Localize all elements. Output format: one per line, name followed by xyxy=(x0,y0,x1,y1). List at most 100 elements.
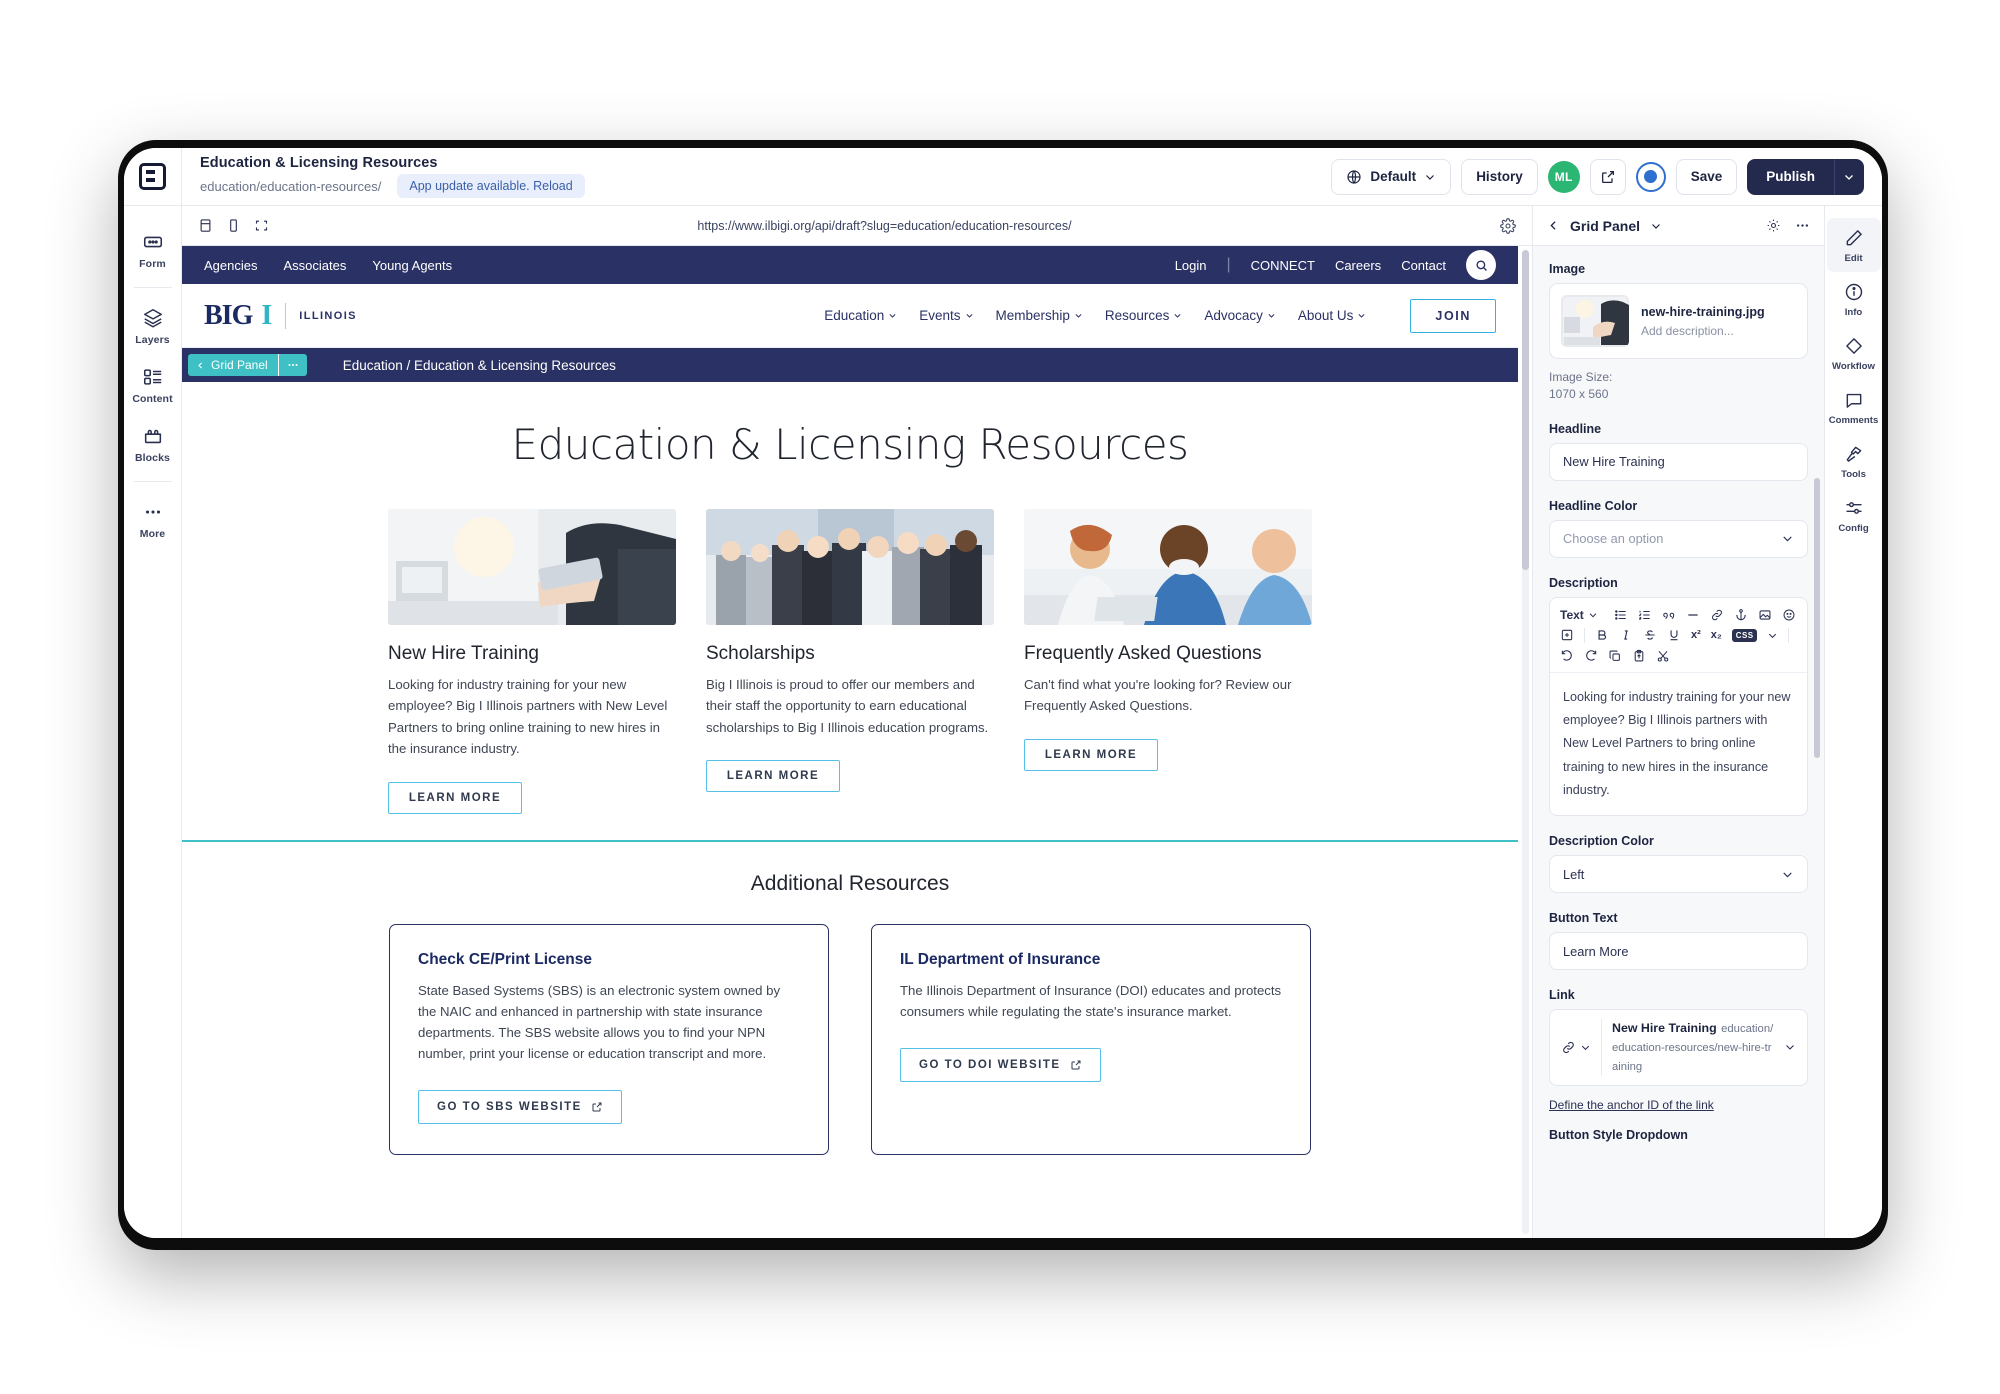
utility-link-agencies[interactable]: Agencies xyxy=(204,258,257,273)
undo-icon[interactable] xyxy=(1560,649,1574,663)
sidebar-item-blocks[interactable]: Blocks xyxy=(124,414,182,473)
underline-icon[interactable] xyxy=(1667,628,1681,642)
sidebar-item-more[interactable]: More xyxy=(124,490,182,549)
horizontal-rule-icon[interactable] xyxy=(1686,608,1700,622)
anchor-id-link[interactable]: Define the anchor ID of the link xyxy=(1549,1098,1714,1112)
nav-item-advocacy[interactable]: Advocacy xyxy=(1204,308,1276,323)
sidebar-item-form[interactable]: Form xyxy=(124,220,182,279)
chevron-down-icon xyxy=(1173,311,1182,320)
app-update-banner[interactable]: App update available. Reload xyxy=(397,174,585,198)
image-icon[interactable] xyxy=(1758,608,1772,622)
brightspot-logo[interactable] xyxy=(124,148,182,206)
gear-icon[interactable] xyxy=(1500,217,1516,234)
utility-link-contact[interactable]: Contact xyxy=(1401,258,1446,273)
chevron-down-icon[interactable] xyxy=(1650,220,1662,232)
chevron-down-icon[interactable] xyxy=(1784,1041,1796,1053)
search-button[interactable] xyxy=(1466,250,1496,280)
editor-breadcrumb-bar: Grid Panel Education / Education & Licen… xyxy=(182,348,1518,382)
preview-scrollbar[interactable] xyxy=(1522,250,1529,1234)
redo-icon[interactable] xyxy=(1584,649,1598,663)
rail-item-label: Edit xyxy=(1844,253,1863,264)
feature-card: Frequently Asked Questions Can't find wh… xyxy=(1024,509,1312,814)
utility-link-young-agents[interactable]: Young Agents xyxy=(372,258,452,273)
headline-color-select[interactable]: Choose an option xyxy=(1549,519,1808,558)
link-title: New Hire Training xyxy=(1612,1021,1717,1036)
page-title: Education & Licensing Resources xyxy=(200,155,438,171)
preview-canvas: https://www.ilbigi.org/api/draft?slug=ed… xyxy=(182,206,1532,1238)
link-picker[interactable]: New Hire Training education/education-re… xyxy=(1549,1009,1808,1086)
cut-icon[interactable] xyxy=(1656,649,1670,663)
gear-icon[interactable] xyxy=(1766,218,1781,233)
asset-description-input[interactable]: Add description... xyxy=(1641,324,1765,338)
learn-more-button[interactable]: LEARN MORE xyxy=(388,781,522,814)
emoji-icon[interactable] xyxy=(1782,608,1796,622)
rail-item-info[interactable]: Info xyxy=(1827,272,1881,326)
insert-block-icon[interactable] xyxy=(1560,628,1574,642)
publish-options-button[interactable] xyxy=(1834,158,1864,195)
utility-link-login[interactable]: Login xyxy=(1175,258,1207,273)
headline-input[interactable]: New Hire Training xyxy=(1549,442,1808,481)
publish-button[interactable]: Publish xyxy=(1747,158,1834,195)
blockquote-icon[interactable] xyxy=(1662,608,1676,622)
divider xyxy=(1601,1019,1602,1076)
desktop-viewport-icon[interactable] xyxy=(198,218,213,233)
sidebar-item-layers[interactable]: Layers xyxy=(124,296,182,355)
italic-icon[interactable] xyxy=(1619,628,1633,642)
text-style-dropdown[interactable]: Text xyxy=(1560,608,1604,622)
button-text-input[interactable]: Learn More xyxy=(1549,932,1808,971)
open-preview-button[interactable] xyxy=(1589,158,1626,195)
go-to-sbs-website-button[interactable]: GO TO SBS WEBSITE xyxy=(418,1090,622,1124)
rail-item-comments[interactable]: Comments xyxy=(1827,380,1881,434)
record-status-icon[interactable] xyxy=(1635,161,1666,192)
learn-more-button[interactable]: LEARN MORE xyxy=(706,760,840,793)
avatar[interactable]: ML xyxy=(1547,160,1580,193)
chevron-down-icon[interactable] xyxy=(1580,1042,1591,1053)
divider xyxy=(133,287,172,288)
anchor-icon[interactable] xyxy=(1734,608,1748,622)
rail-item-config[interactable]: Config xyxy=(1827,488,1881,542)
copy-icon[interactable] xyxy=(1608,649,1622,663)
sidebar-item-content[interactable]: Content xyxy=(124,355,182,414)
link-icon[interactable] xyxy=(1710,608,1724,622)
nav-item-about-us[interactable]: About Us xyxy=(1298,308,1367,323)
more-icon[interactable] xyxy=(1795,218,1810,233)
chevron-down-icon[interactable] xyxy=(1767,630,1778,641)
description-color-select[interactable]: Left xyxy=(1549,855,1808,894)
grid-panel-chip[interactable]: Grid Panel xyxy=(188,354,307,376)
utility-link-associates[interactable]: Associates xyxy=(283,258,346,273)
right-panel-scrollbar[interactable] xyxy=(1814,478,1820,758)
fullscreen-icon[interactable] xyxy=(254,218,269,233)
bullet-list-icon[interactable] xyxy=(1614,608,1628,622)
nav-item-resources[interactable]: Resources xyxy=(1105,308,1183,323)
nav-item-education[interactable]: Education xyxy=(824,308,897,323)
join-button[interactable]: JOIN xyxy=(1410,298,1496,333)
learn-more-button[interactable]: LEARN MORE xyxy=(1024,738,1158,771)
image-size-note: Image Size: 1070 x 560 xyxy=(1549,369,1808,404)
css-badge-icon[interactable]: CSS xyxy=(1731,628,1758,642)
rail-item-tools[interactable]: Tools xyxy=(1827,434,1881,488)
rail-item-workflow[interactable]: Workflow xyxy=(1827,326,1881,380)
rail-item-edit[interactable]: Edit xyxy=(1826,218,1881,272)
save-button[interactable]: Save xyxy=(1675,158,1738,195)
chevron-left-icon[interactable] xyxy=(1547,219,1560,232)
button-text-value: Learn More xyxy=(1563,943,1629,959)
image-asset-card[interactable]: new-hire-training.jpg Add description... xyxy=(1549,283,1808,359)
strikethrough-icon[interactable] xyxy=(1643,628,1657,642)
divider xyxy=(133,481,172,482)
url-display[interactable]: https://www.ilbigi.org/api/draft?slug=ed… xyxy=(269,219,1500,233)
paste-icon[interactable] xyxy=(1632,649,1646,663)
nav-item-membership[interactable]: Membership xyxy=(996,308,1083,323)
utility-link-connect[interactable]: CONNECT xyxy=(1251,258,1315,273)
mobile-viewport-icon[interactable] xyxy=(226,218,241,233)
nav-item-events[interactable]: Events xyxy=(919,308,973,323)
sidebar-item-label: More xyxy=(139,528,166,540)
numbered-list-icon[interactable] xyxy=(1638,608,1652,622)
site-logo[interactable]: BIG I ILLINOIS xyxy=(204,300,357,332)
description-editor-content[interactable]: Looking for industry training for your n… xyxy=(1550,673,1807,815)
utility-link-careers[interactable]: Careers xyxy=(1335,258,1381,273)
go-to-doi-website-button[interactable]: GO TO DOI WEBSITE xyxy=(900,1047,1101,1082)
site-selector-button[interactable]: Default xyxy=(1331,158,1452,195)
more-icon[interactable] xyxy=(277,354,307,376)
history-button[interactable]: History xyxy=(1461,158,1538,195)
bold-icon[interactable] xyxy=(1595,628,1609,642)
